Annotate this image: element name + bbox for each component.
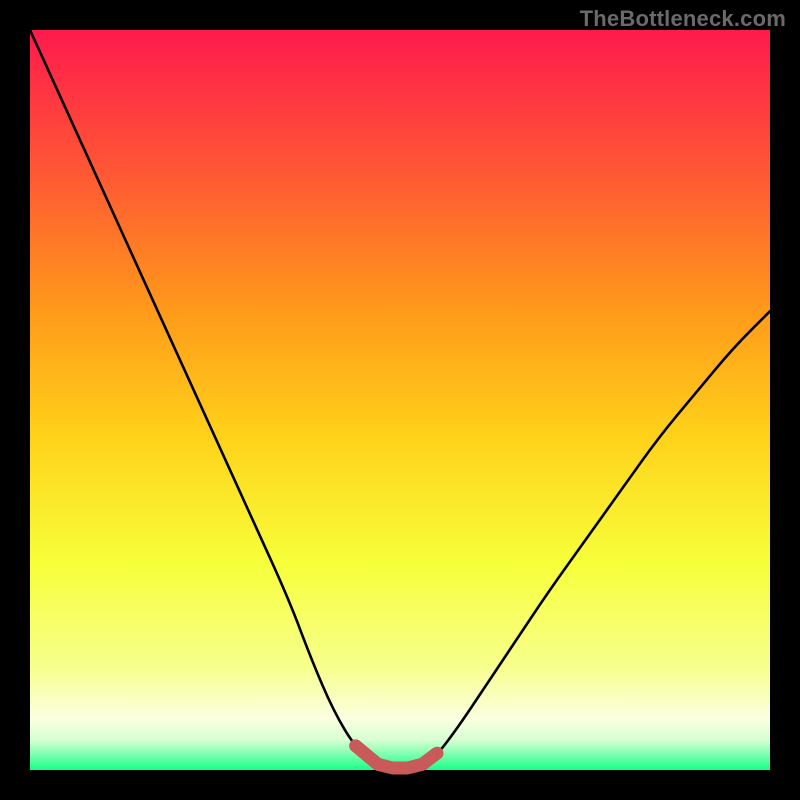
plot-background: [30, 30, 770, 770]
chart-frame: TheBottleneck.com: [0, 0, 800, 800]
bottleneck-chart: [0, 0, 800, 800]
watermark-text: TheBottleneck.com: [580, 6, 786, 32]
